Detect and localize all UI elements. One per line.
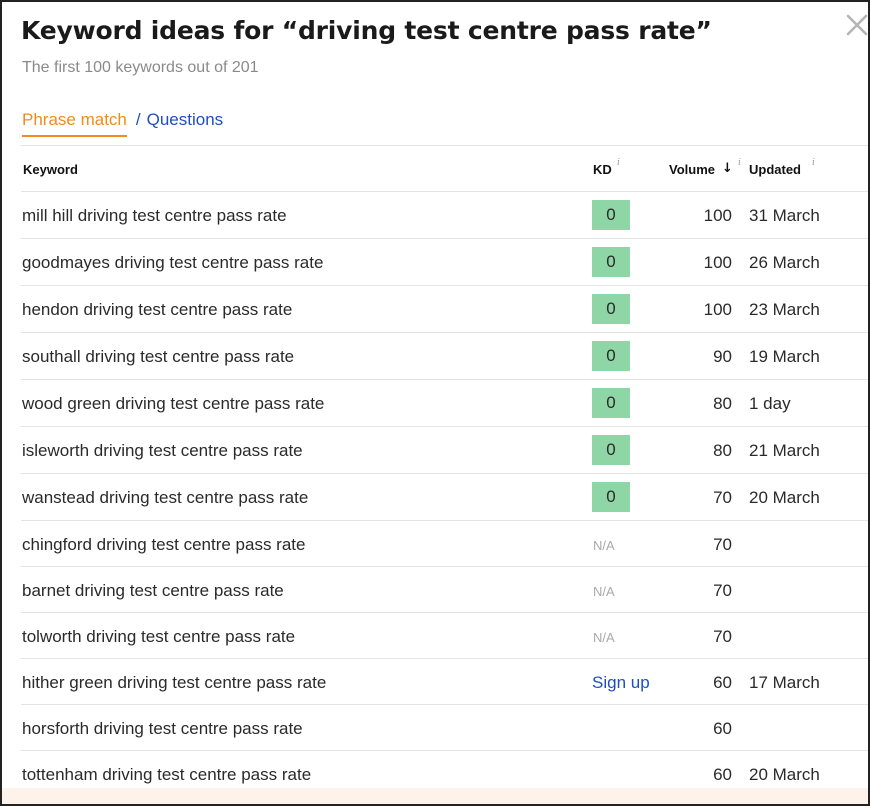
table-row[interactable]: hendon driving test centre pass rate 0 100…	[2, 286, 868, 332]
column-header-updated[interactable]: Updated	[749, 162, 801, 177]
keyword-cell[interactable]: southall driving test centre pass rate	[22, 347, 294, 367]
kd-not-available: N/A	[593, 630, 615, 645]
keyword-cell[interactable]: hendon driving test centre pass rate	[22, 300, 292, 320]
match-type-tabs: Phrase match / Questions	[22, 110, 223, 137]
table-row[interactable]: mill hill driving test centre pass rate 0…	[2, 192, 868, 238]
table-row[interactable]: tolworth driving test centre pass rate N/…	[2, 613, 868, 659]
table-row[interactable]: southall driving test centre pass rate 0 9…	[2, 333, 868, 379]
keyword-cell[interactable]: goodmayes driving test centre pass rate	[22, 253, 323, 273]
keyword-cell[interactable]: chingford driving test centre pass rate	[22, 535, 305, 555]
keyword-cell[interactable]: barnet driving test centre pass rate	[22, 581, 284, 601]
volume-cell: 100	[703, 300, 732, 319]
table-row[interactable]: wood green driving test centre pass rate…	[2, 380, 868, 426]
sign-up-link[interactable]: Sign up	[592, 673, 650, 693]
column-header-kd[interactable]: KD	[593, 162, 612, 177]
table-row[interactable]: horsforth driving test centre pass rate 6…	[2, 705, 868, 751]
kd-info-icon[interactable]: i	[617, 158, 620, 168]
volume-cell: 90	[713, 347, 732, 366]
modal-title: Keyword ideas for “driving test centre p…	[21, 16, 712, 45]
kd-badge: 0	[592, 294, 630, 324]
keyword-cell[interactable]: wood green driving test centre pass rate	[22, 394, 324, 414]
table-row[interactable]: chingford driving test centre pass rate N…	[2, 521, 868, 567]
kd-badge: 0	[592, 435, 630, 465]
keyword-cell[interactable]: horsforth driving test centre pass rate	[22, 719, 303, 739]
column-header-volume[interactable]: Volume	[669, 162, 715, 177]
tab-questions[interactable]: Questions	[147, 110, 224, 129]
modal-subtitle: The first 100 keywords out of 201	[22, 59, 259, 76]
volume-cell: 60	[713, 765, 732, 784]
updated-cell: 23 March	[749, 300, 820, 319]
column-header-keyword[interactable]: Keyword	[23, 162, 78, 177]
kd-badge: 0	[592, 388, 630, 418]
updated-cell: 1 day	[749, 394, 791, 413]
updated-info-icon[interactable]: i	[812, 158, 815, 168]
tab-separator: /	[135, 110, 141, 129]
tab-phrase-match[interactable]: Phrase match	[22, 110, 127, 137]
updated-cell: 17 March	[749, 673, 820, 692]
volume-cell: 60	[713, 719, 732, 738]
volume-cell: 100	[703, 253, 732, 272]
updated-cell: 26 March	[749, 253, 820, 272]
kd-badge: 0	[592, 341, 630, 371]
table-row[interactable]: isleworth driving test centre pass rate 0…	[2, 427, 868, 473]
updated-cell: 19 March	[749, 347, 820, 366]
volume-cell: 100	[703, 206, 732, 225]
volume-cell: 80	[713, 394, 732, 413]
kd-not-available: N/A	[593, 538, 615, 553]
kd-not-available: N/A	[593, 584, 615, 599]
volume-cell: 80	[713, 441, 732, 460]
keyword-cell[interactable]: mill hill driving test centre pass rate	[22, 206, 287, 226]
close-icon[interactable]	[844, 12, 870, 38]
sort-descending-icon[interactable]: ↓	[722, 161, 733, 176]
volume-cell: 70	[713, 627, 732, 646]
volume-cell: 70	[713, 581, 732, 600]
table-row[interactable]: wanstead driving test centre pass rate 0 7…	[2, 474, 868, 520]
kd-badge: 0	[592, 482, 630, 512]
kd-badge: 0	[592, 247, 630, 277]
keyword-ideas-modal: Keyword ideas for “driving test centre p…	[0, 0, 870, 806]
table-row[interactable]: hither green driving test centre pass ra…	[2, 659, 868, 705]
table-row[interactable]: barnet driving test centre pass rate N/A 7…	[2, 567, 868, 613]
keyword-cell[interactable]: wanstead driving test centre pass rate	[22, 488, 308, 508]
volume-cell: 60	[713, 673, 732, 692]
updated-cell: 21 March	[749, 441, 820, 460]
volume-cell: 70	[713, 535, 732, 554]
keyword-cell[interactable]: tolworth driving test centre pass rate	[22, 627, 295, 647]
updated-cell: 20 March	[749, 488, 820, 507]
volume-cell: 70	[713, 488, 732, 507]
updated-cell: 31 March	[749, 206, 820, 225]
keyword-cell[interactable]: tottenham driving test centre pass rate	[22, 765, 311, 785]
table-header: Keyword KD i Volume ↓ i Updated i	[2, 145, 868, 191]
keyword-cell[interactable]: isleworth driving test centre pass rate	[22, 441, 303, 461]
volume-info-icon[interactable]: i	[738, 158, 741, 168]
kd-badge: 0	[592, 200, 630, 230]
modal-footer	[2, 788, 868, 804]
table-row[interactable]: goodmayes driving test centre pass rate 0…	[2, 239, 868, 285]
updated-cell: 20 March	[749, 765, 820, 784]
keyword-cell[interactable]: hither green driving test centre pass ra…	[22, 673, 326, 693]
